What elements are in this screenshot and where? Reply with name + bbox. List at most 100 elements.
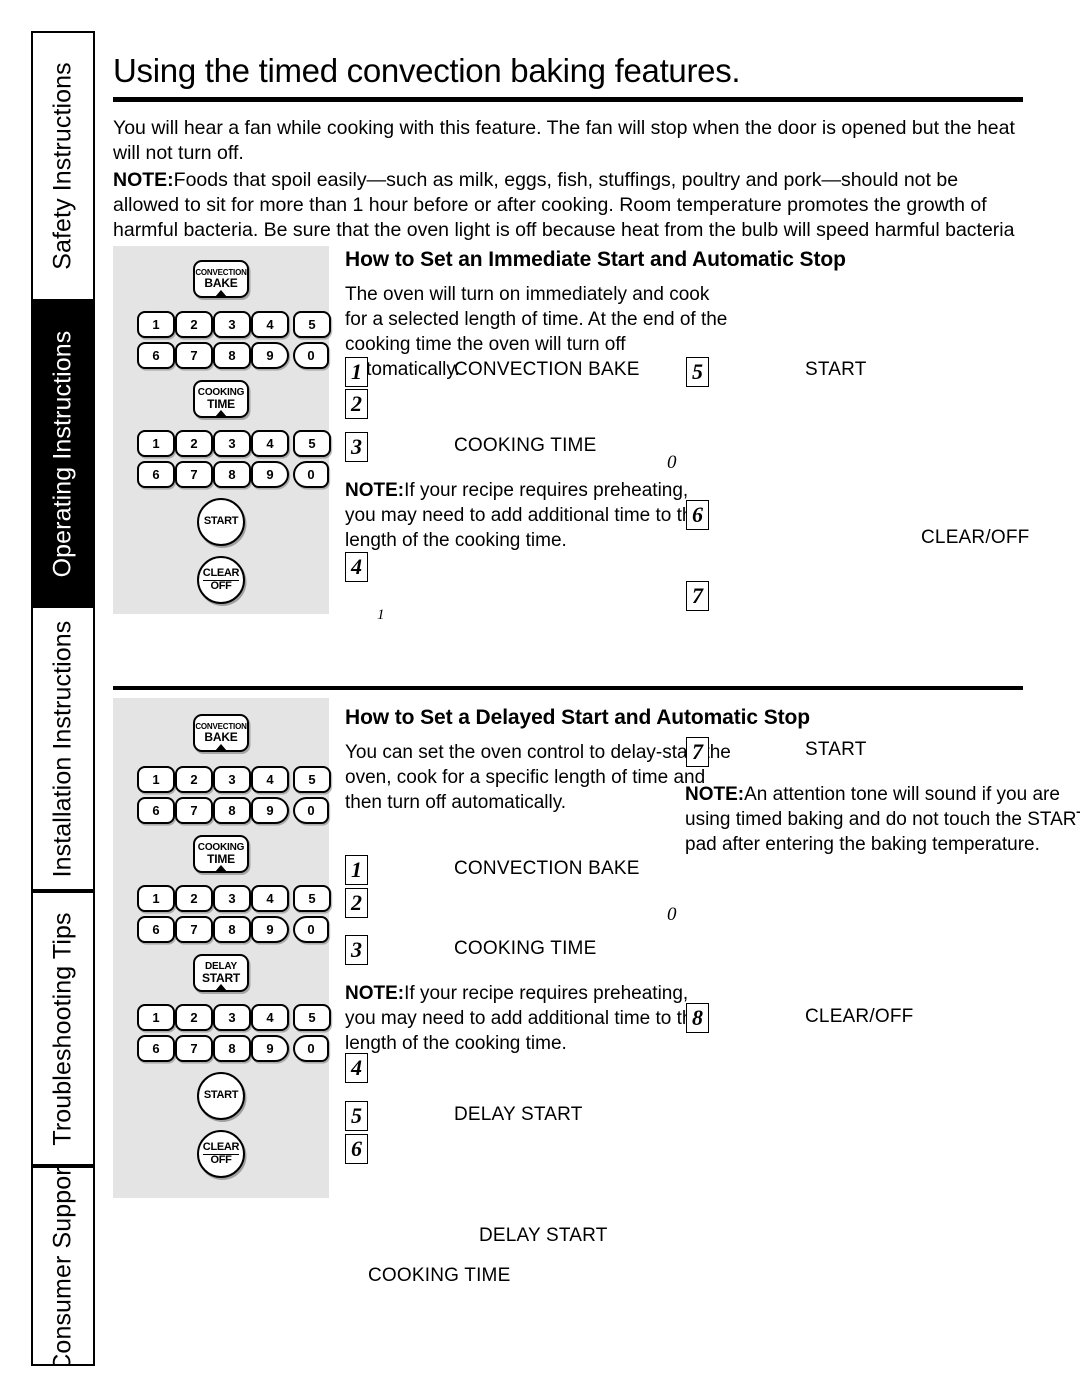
numpad-key-9[interactable]: 9 (251, 916, 289, 943)
numpad-key-4[interactable]: 4 (251, 430, 289, 457)
numpad-key-0[interactable]: 0 (293, 1035, 329, 1062)
numpad-key-0[interactable]: 0 (293, 461, 329, 488)
numpad-key-1[interactable]: 1 (137, 885, 175, 912)
start-button[interactable]: START (197, 498, 245, 546)
up-arrow-icon (215, 410, 227, 417)
numpad-row: 12345 (125, 1004, 331, 1031)
label-convection-bake-2: CONVECTION BAKE (454, 858, 640, 879)
step-number-1b: 1 (345, 855, 368, 885)
button-line-2: BAKE (204, 275, 238, 290)
numpad-key-2[interactable]: 2 (175, 1004, 213, 1031)
numpad-key-8[interactable]: 8 (213, 797, 251, 824)
step-number-8: 8 (686, 1003, 709, 1033)
label-convection-bake-1: CONVECTION BAKE (454, 359, 640, 380)
title-divider (113, 97, 1023, 102)
label-cooking-time-3: COOKING TIME (368, 1265, 511, 1286)
numpad-key-0[interactable]: 0 (293, 797, 329, 824)
numpad-key-4[interactable]: 4 (251, 885, 289, 912)
numpad-key-9[interactable]: 9 (251, 461, 289, 488)
numpad-key-2[interactable]: 2 (175, 311, 213, 338)
numpad-key-6[interactable]: 6 (137, 797, 175, 824)
step-number-7: 7 (686, 581, 709, 611)
clear-off-button[interactable]: CLEAR OFF (197, 556, 245, 604)
start-button[interactable]: START (197, 1072, 245, 1120)
numpad-key-7[interactable]: 7 (175, 1035, 213, 1062)
numpad-key-1[interactable]: 1 (137, 1004, 175, 1031)
numpad-key-1[interactable]: 1 (137, 766, 175, 793)
section2-note1-text: An attention tone will sound if you are … (685, 784, 1080, 855)
numpad-key-3[interactable]: 3 (213, 1004, 251, 1031)
numpad-key-5[interactable]: 5 (293, 1004, 331, 1031)
numpad-key-8[interactable]: 8 (213, 916, 251, 943)
numpad-key-2[interactable]: 2 (175, 430, 213, 457)
numpad-key-7[interactable]: 7 (175, 916, 213, 943)
numpad-key-5[interactable]: 5 (293, 766, 331, 793)
numpad-key-4[interactable]: 4 (251, 766, 289, 793)
label-delay-start-1: DELAY START (454, 1104, 583, 1125)
numpad-row: 67890 (125, 1035, 329, 1062)
numpad-key-9[interactable]: 9 (251, 342, 289, 369)
sidebar-tabs: Safety Instructions Operating Instruction… (31, 31, 95, 1366)
clear-off-button[interactable]: CLEAR OFF (197, 1130, 245, 1178)
numpad-key-9[interactable]: 9 (251, 797, 289, 824)
numpad-key-9[interactable]: 9 (251, 1035, 289, 1062)
numpad-key-7[interactable]: 7 (175, 797, 213, 824)
sidebar-tab-installation-instructions[interactable]: Installation Instructions (31, 606, 95, 891)
page-title: Using the timed convection baking featur… (113, 52, 741, 89)
page-content: Using the timed convection baking featur… (113, 0, 1080, 1397)
label-delay-start-2: DELAY START (479, 1225, 608, 1246)
label-cooking-time-1: COOKING TIME (454, 435, 597, 456)
cooking-time-button[interactable]: COOKING TIME (193, 380, 249, 418)
up-arrow-icon (215, 865, 227, 872)
numpad-key-0[interactable]: 0 (293, 916, 329, 943)
button-line-2: OFF (210, 1153, 232, 1166)
cooking-time-button[interactable]: COOKING TIME (193, 835, 249, 873)
numpad-key-7[interactable]: 7 (175, 461, 213, 488)
numpad-key-4[interactable]: 4 (251, 311, 289, 338)
numpad-row: 12345 (125, 766, 331, 793)
sidebar-tab-consumer-support[interactable]: Consumer Support (31, 1166, 95, 1366)
section1-note: NOTE:If your recipe requires preheating,… (345, 478, 723, 553)
numpad-key-5[interactable]: 5 (293, 885, 331, 912)
numpad-key-5[interactable]: 5 (293, 430, 331, 457)
numpad-key-2[interactable]: 2 (175, 766, 213, 793)
button-line-2: TIME (207, 851, 235, 866)
numpad-key-8[interactable]: 8 (213, 1035, 251, 1062)
numpad-key-6[interactable]: 6 (137, 342, 175, 369)
section2-note-1: NOTE:An attention tone will sound if you… (685, 782, 1080, 857)
numpad-key-3[interactable]: 3 (213, 430, 251, 457)
step-number-5: 5 (686, 357, 709, 387)
numpad-key-6[interactable]: 6 (137, 461, 175, 488)
numpad-key-1[interactable]: 1 (137, 311, 175, 338)
numpad-key-8[interactable]: 8 (213, 342, 251, 369)
numpad-row: 12345 (125, 311, 331, 338)
numpad-key-7[interactable]: 7 (175, 342, 213, 369)
numpad-key-8[interactable]: 8 (213, 461, 251, 488)
numpad-key-0[interactable]: 0 (293, 342, 329, 369)
numpad-key-1[interactable]: 1 (137, 430, 175, 457)
numpad-key-3[interactable]: 3 (213, 885, 251, 912)
stray-glyph-zero-2: 0 (667, 904, 677, 925)
step-number-7b: 7 (686, 737, 709, 767)
convection-bake-button[interactable]: CONVECTION BAKE (193, 714, 249, 752)
numpad-row: 67890 (125, 342, 329, 369)
numpad-row: 12345 (125, 885, 331, 912)
numpad-key-6[interactable]: 6 (137, 1035, 175, 1062)
sidebar-tab-safety-instructions[interactable]: Safety Instructions (31, 31, 95, 301)
numpad-key-6[interactable]: 6 (137, 916, 175, 943)
button-line-2: TIME (207, 396, 235, 411)
section2-note-2: NOTE:If your recipe requires preheating,… (345, 981, 723, 1056)
step-number-2b: 2 (345, 888, 368, 918)
numpad-key-5[interactable]: 5 (293, 311, 331, 338)
step-number-4: 4 (345, 552, 368, 582)
button-line-2: START (201, 970, 241, 985)
numpad-key-4[interactable]: 4 (251, 1004, 289, 1031)
note-label-2a: NOTE: (685, 784, 745, 805)
delay-start-button[interactable]: DELAY START (193, 954, 249, 992)
convection-bake-button[interactable]: CONVECTION BAKE (193, 260, 249, 298)
numpad-key-2[interactable]: 2 (175, 885, 213, 912)
sidebar-tab-troubleshooting-tips[interactable]: Troubleshooting Tips (31, 891, 95, 1166)
numpad-key-3[interactable]: 3 (213, 766, 251, 793)
numpad-key-3[interactable]: 3 (213, 311, 251, 338)
sidebar-tab-operating-instructions[interactable]: Operating Instructions (31, 301, 95, 606)
